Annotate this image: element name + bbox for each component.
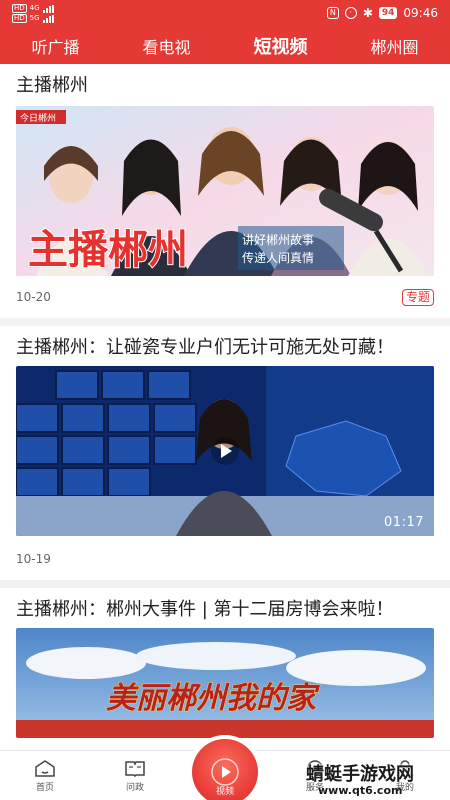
signal-indicators: HD 4G HD 5G bbox=[12, 4, 54, 23]
anchor-banner-art: 今日郴州 主播郴州 讲好郴州故事 传递人间真情 bbox=[16, 106, 434, 276]
banner-corner-text: 今日郴州 bbox=[20, 112, 56, 124]
tab-tv[interactable]: 看电视 bbox=[142, 34, 190, 58]
divider bbox=[0, 580, 450, 588]
list-item[interactable]: 主播郴州 今日郴州 主播郴州 讲好郴州故事 传递人间真情 10-20 专题 bbox=[0, 64, 450, 308]
item-date: 10-19 bbox=[16, 552, 51, 566]
network-type-bottom: 5G bbox=[29, 14, 40, 22]
nav-home-label: 首页 bbox=[35, 783, 54, 793]
network-type-top: 4G bbox=[29, 4, 40, 12]
topic-badge[interactable]: 专题 bbox=[401, 288, 434, 306]
tab-radio[interactable]: 听广播 bbox=[31, 34, 79, 58]
divider bbox=[0, 318, 450, 326]
city-banner-art: 美丽郴州我的家 bbox=[16, 628, 434, 738]
nav-video-label: 视频 bbox=[215, 787, 234, 797]
book-icon bbox=[125, 761, 145, 777]
item-date: 10-20 bbox=[16, 290, 51, 304]
status-right: N · ✱ 94 09:46 bbox=[326, 6, 438, 20]
alarm-icon: · bbox=[344, 7, 357, 19]
signal-bars-icon bbox=[42, 4, 54, 13]
video-title[interactable]: 主播郴州：郴州大事件 | 第十二届房博会来啦！ bbox=[16, 596, 434, 624]
nav-home[interactable]: 首页 bbox=[15, 759, 75, 793]
battery-icon: 94 bbox=[378, 7, 398, 19]
nav-politics[interactable]: 问政 bbox=[105, 759, 165, 793]
channel-tabs: 听广播 看电视 短视频 郴州圈 bbox=[0, 28, 450, 64]
video-thumbnail[interactable]: 01:17 bbox=[16, 366, 434, 536]
status-bar: HD 4G HD 5G N · ✱ 94 09:46 bbox=[0, 0, 450, 28]
list-item[interactable]: 主播郴州：让碰瓷专业户们无计可施无处可藏！ 01:17 10-19 bbox=[0, 334, 450, 570]
play-icon[interactable] bbox=[210, 436, 240, 466]
video-title[interactable]: 主播郴州：让碰瓷专业户们无计可施无处可藏！ bbox=[16, 334, 434, 362]
video-duration: 01:17 bbox=[384, 515, 424, 530]
clock: 09:46 bbox=[403, 6, 438, 20]
home-icon bbox=[35, 760, 55, 777]
banner-sub-line1: 讲好郴州故事 bbox=[242, 232, 314, 247]
item-meta: 10-20 专题 bbox=[16, 286, 434, 308]
watermark-url: www.qt6.com bbox=[318, 784, 403, 797]
video-play-icon bbox=[211, 758, 239, 786]
anchor-banner-image[interactable]: 今日郴州 主播郴州 讲好郴州故事 传递人间真情 bbox=[16, 106, 434, 276]
signal-bars-icon-2 bbox=[42, 14, 54, 23]
item-meta: 10-19 bbox=[16, 548, 434, 570]
tab-short-video[interactable]: 短视频 bbox=[253, 33, 307, 59]
section-title: 主播郴州 bbox=[16, 75, 88, 96]
nav-politics-label: 问政 bbox=[125, 783, 144, 793]
list-item[interactable]: 主播郴州：郴州大事件 | 第十二届房博会来啦！ 美丽郴州我的家 bbox=[0, 596, 450, 738]
banner-sub-line2: 传递人间真情 bbox=[242, 250, 314, 265]
tab-chenzhou-circle[interactable]: 郴州圈 bbox=[370, 34, 418, 58]
banner-main-text: 主播郴州 bbox=[28, 227, 188, 273]
hd-badge: HD bbox=[12, 4, 27, 13]
video-thumbnail[interactable]: 美丽郴州我的家 bbox=[16, 628, 434, 738]
watermark-text: 蜻蜓手游戏网 bbox=[306, 764, 414, 785]
nfc-icon: N bbox=[326, 7, 339, 19]
bluetooth-icon: ✱ bbox=[362, 6, 373, 20]
banner-text: 美丽郴州我的家 bbox=[106, 681, 320, 716]
video-feed: 主播郴州 今日郴州 主播郴州 讲好郴州故事 传递人间真情 10-20 专题 主播… bbox=[0, 64, 450, 750]
hd-badge-2: HD bbox=[12, 14, 27, 23]
